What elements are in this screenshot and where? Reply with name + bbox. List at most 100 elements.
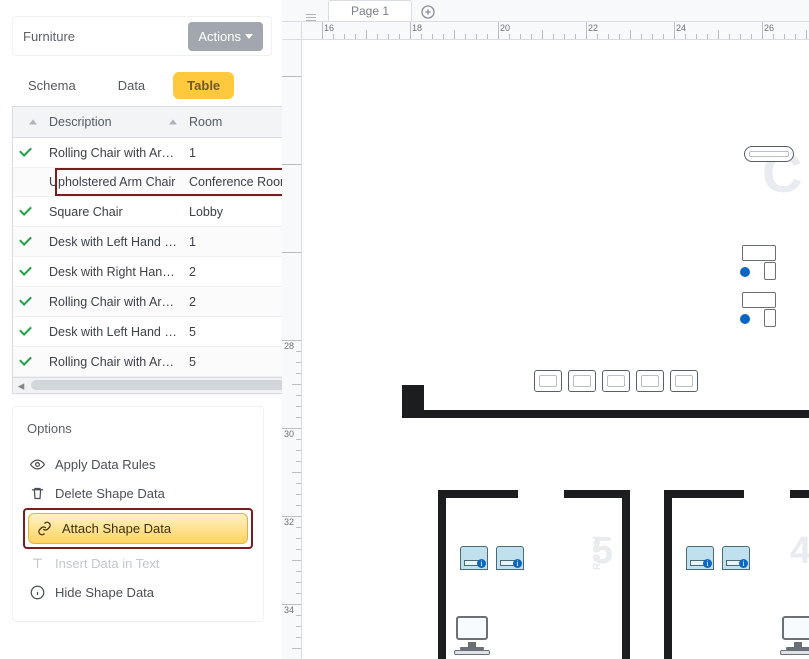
drawing-area[interactable]: C ROOM 5 i [302, 40, 809, 659]
cell-status [13, 168, 43, 197]
cell-description: Desk with Left Hand Re... [43, 227, 183, 257]
lobby-chair[interactable] [670, 370, 698, 392]
col-status[interactable] [13, 107, 43, 138]
page-reorder-handle-icon[interactable] [306, 14, 318, 21]
sort-icon [169, 120, 177, 125]
lobby-chair[interactable] [636, 370, 664, 392]
cell-status [13, 197, 43, 227]
option-attach-shape-data[interactable]: Attach Shape Data [28, 513, 248, 544]
trash-icon [29, 486, 45, 501]
actions-label: Actions [198, 29, 241, 44]
option-delete-label: Delete Shape Data [55, 486, 165, 501]
cell-description: Desk with Left Hand Re... [43, 317, 183, 347]
option-delete-shape-data[interactable]: Delete Shape Data [23, 479, 253, 508]
wall [622, 490, 630, 659]
info-badge-icon [740, 314, 750, 324]
option-insert-label: Insert Data in Text [55, 556, 160, 571]
lobby-chair-row [534, 370, 698, 392]
option-hide-shape-data[interactable]: Hide Shape Data [23, 578, 253, 607]
ruler-corner [282, 22, 302, 40]
check-icon [19, 234, 33, 246]
check-icon [19, 145, 33, 157]
link-icon [37, 521, 52, 536]
room-5-number: 5 [592, 530, 614, 573]
add-page-button[interactable] [418, 3, 438, 21]
cabinet-shape[interactable]: i [686, 546, 714, 570]
desk-shape[interactable] [742, 245, 776, 281]
ruler-label: 28 [284, 341, 294, 351]
lobby-chair[interactable] [534, 370, 562, 392]
ruler-label: 18 [412, 23, 422, 33]
lobby-chair[interactable] [568, 370, 596, 392]
page-tab[interactable]: Page 1 [328, 0, 412, 21]
check-icon [19, 264, 33, 276]
ruler-label: 22 [588, 23, 598, 33]
cell-description: Upholstered Arm Chair [43, 168, 183, 197]
wall [402, 410, 809, 418]
chevron-down-icon [245, 34, 253, 39]
cabinet-shape[interactable]: i [460, 546, 488, 570]
options-panel: Options Apply Data Rules Delete Shape Da… [12, 406, 264, 622]
ruler-label: 34 [284, 605, 294, 615]
info-badge-icon: i [477, 559, 486, 568]
dataset-header-row: Furniture Actions [12, 16, 272, 56]
ruler-label: 16 [324, 23, 334, 33]
check-icon [19, 294, 33, 306]
info-badge-icon: i [739, 559, 748, 568]
wall [438, 490, 446, 659]
option-attach-highlight: Attach Shape Data [23, 508, 253, 549]
col-description[interactable]: Description [43, 107, 183, 138]
cell-description: Rolling Chair with Arms... [43, 347, 183, 377]
options-title: Options [27, 421, 253, 436]
option-hide-label: Hide Shape Data [55, 585, 154, 600]
check-icon [19, 354, 33, 366]
option-apply-label: Apply Data Rules [55, 457, 155, 472]
left-ruler: 28303234363840 [282, 40, 302, 659]
computer-shape[interactable] [450, 616, 494, 656]
cell-description: Rolling Chair with Arms... [43, 287, 183, 317]
option-attach-label: Attach Shape Data [62, 521, 171, 536]
cell-status [13, 227, 43, 257]
info-badge-icon: i [703, 559, 712, 568]
room-4-number: 4 [790, 530, 809, 573]
ruler-label: 32 [284, 517, 294, 527]
eye-icon [29, 457, 45, 472]
cell-description: Square Chair [43, 197, 183, 227]
ruler-label: 20 [500, 23, 510, 33]
tab-table[interactable]: Table [173, 72, 234, 99]
computer-shape[interactable] [776, 616, 809, 656]
lobby-chair[interactable] [602, 370, 630, 392]
dataset-name: Furniture [23, 29, 75, 44]
plus-circle-icon [420, 4, 436, 20]
ruler-label: 30 [284, 429, 294, 439]
cell-status [13, 138, 43, 168]
wall [790, 490, 809, 498]
ruler-label: 26 [764, 23, 774, 33]
cell-status [13, 347, 43, 377]
option-apply-data-rules[interactable]: Apply Data Rules [23, 450, 253, 479]
cabinet-shape[interactable]: i [496, 546, 524, 570]
text-icon [29, 556, 45, 571]
page-tab-bar: Page 1 [282, 0, 809, 22]
cell-status [13, 287, 43, 317]
furniture-shape[interactable] [744, 146, 794, 162]
info-badge-icon [740, 267, 750, 277]
drawing-canvas-area: Page 1 161820222426 28303234363840 C [282, 0, 809, 659]
option-insert-data-in-text: Insert Data in Text [23, 549, 253, 578]
tab-data[interactable]: Data [104, 72, 159, 99]
cell-description: Desk with Right Hand R... [43, 257, 183, 287]
tab-schema[interactable]: Schema [14, 72, 90, 99]
cell-status [13, 317, 43, 347]
scroll-left-arrow[interactable]: ◂ [13, 378, 29, 393]
col-description-label: Description [49, 115, 112, 129]
sort-icon [29, 120, 37, 125]
wall [564, 490, 628, 498]
cell-description: Rolling Chair with Arms... [43, 138, 183, 168]
wall [438, 490, 518, 498]
cabinet-shape[interactable]: i [722, 546, 750, 570]
actions-button[interactable]: Actions [188, 22, 263, 51]
view-tabs: Schema Data Table [12, 72, 272, 99]
desk-shape[interactable] [742, 292, 776, 328]
top-ruler: 161820222426 [302, 22, 809, 40]
info-badge-icon: i [513, 559, 522, 568]
